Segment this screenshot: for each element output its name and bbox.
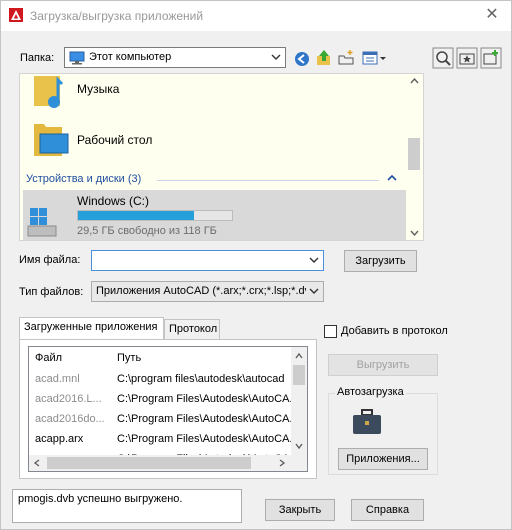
load-unload-dialog: Загрузка/выгрузка приложений ✕ Папка: Эт… <box>0 0 512 530</box>
scroll-right-icon[interactable] <box>279 459 285 467</box>
folder-value: Этот компьютер <box>89 51 172 63</box>
table-row[interactable]: acapp.arx C:\Program Files\Autodesk\AutoC… <box>29 429 293 449</box>
loaded-apps-panel: Файл Путь acad.mnl C:\program files\autod… <box>19 339 317 479</box>
folder-label: Папка: <box>20 52 55 64</box>
filetype-dropdown[interactable]: Приложения AutoCAD (*.arx;*.crx;*.lsp;*.… <box>91 281 324 302</box>
chevron-down-icon <box>309 288 319 294</box>
drive-usage-bar <box>77 210 233 221</box>
close-window-button[interactable]: ✕ <box>481 5 503 25</box>
cell-file: acad2016do... <box>35 413 105 425</box>
chevron-down-icon <box>309 257 319 263</box>
scroll-thumb[interactable] <box>293 365 305 385</box>
computer-icon <box>69 51 85 65</box>
filename-label: Имя файла: <box>19 254 81 266</box>
window-title: Загрузка/выгрузка приложений <box>30 9 204 23</box>
list-hscrollbar[interactable] <box>29 455 307 471</box>
column-header-path[interactable]: Путь <box>117 347 141 369</box>
drive-free-text: 29,5 ГБ свободно из 118 ГБ <box>77 225 217 237</box>
add-to-history-checkbox[interactable] <box>324 325 337 338</box>
loaded-apps-list[interactable]: Файл Путь acad.mnl C:\program files\autod… <box>28 346 308 472</box>
unload-button[interactable]: Выгрузить <box>328 354 438 376</box>
title-bar: Загрузка/выгрузка приложений ✕ <box>1 1 511 31</box>
load-button[interactable]: Загрузить <box>344 250 417 272</box>
file-browser-pane[interactable]: Музыка Рабочий стол Устройства и диски (… <box>19 73 424 241</box>
cell-file: acad.mnl <box>35 373 80 385</box>
cell-path: C:\program files\autodesk\autocad <box>117 373 285 385</box>
scroll-down-icon[interactable] <box>410 230 419 236</box>
tab-history[interactable]: Протокол <box>164 319 220 339</box>
table-row[interactable]: acad2016.L... C:\Program Files\Autodesk\A… <box>29 389 293 409</box>
status-text: pmogis.dvb успешно выгружено. <box>18 493 183 505</box>
add-to-history-label: Добавить в протокол <box>341 325 448 337</box>
close-button[interactable]: Закрыть <box>265 499 335 521</box>
filename-input[interactable] <box>91 250 324 271</box>
scroll-up-icon[interactable] <box>410 78 419 84</box>
list-item-desktop[interactable]: Рабочий стол <box>77 133 152 147</box>
list-vscrollbar[interactable] <box>291 347 307 455</box>
music-folder-icon <box>34 76 64 108</box>
section-divider <box>157 180 379 181</box>
folder-dropdown[interactable]: Этот компьютер <box>64 47 286 68</box>
search-icon[interactable] <box>432 47 454 69</box>
new-folder-icon[interactable] <box>336 48 356 68</box>
drive-name: Windows (C:) <box>77 194 150 208</box>
scroll-up-icon[interactable] <box>295 353 303 359</box>
status-message: pmogis.dvb успешно выгружено. <box>12 489 242 523</box>
section-header-drives[interactable]: Устройства и диски (3) <box>26 173 141 185</box>
help-button[interactable]: Справка <box>351 499 424 521</box>
cell-file: acad2016.L... <box>35 393 102 405</box>
desktop-folder-icon <box>34 124 69 156</box>
tab-loaded-apps[interactable]: Загруженные приложения <box>19 317 164 339</box>
cell-file: acapp.arx <box>35 433 84 445</box>
add-favorite-icon[interactable] <box>480 47 502 69</box>
briefcase-icon <box>353 409 381 434</box>
windows-drive-icon <box>27 208 57 237</box>
startup-group-title: Автозагрузка <box>335 386 406 398</box>
chevron-down-icon <box>271 54 281 60</box>
startup-apps-button[interactable]: Приложения... <box>338 448 428 470</box>
file-pane-scrollbar[interactable] <box>406 74 423 240</box>
filetype-value: Приложения AutoCAD (*.arx;*.crx;*.lsp;*.… <box>96 285 306 297</box>
startup-group: Приложения... <box>328 393 438 475</box>
back-icon[interactable] <box>292 49 312 69</box>
scroll-thumb[interactable] <box>408 138 420 170</box>
scroll-thumb[interactable] <box>47 457 251 469</box>
column-header-file[interactable]: Файл <box>35 347 62 369</box>
autocad-logo-icon <box>9 8 23 22</box>
view-menu-icon[interactable] <box>361 48 389 68</box>
filetype-label: Тип файлов: <box>19 286 84 298</box>
favorites-icon[interactable] <box>456 47 478 69</box>
scroll-left-icon[interactable] <box>34 459 40 467</box>
list-item-music[interactable]: Музыка <box>77 82 119 96</box>
cell-path: C:\Program Files\Autodesk\AutoCA... <box>117 413 292 425</box>
drive-usage-fill <box>78 211 194 220</box>
table-row[interactable]: acad.mnl C:\program files\autodesk\autoca… <box>29 369 293 389</box>
cell-path: C:\Program Files\Autodesk\AutoCA... <box>117 393 292 405</box>
collapse-section-icon[interactable] <box>387 174 397 182</box>
up-folder-icon[interactable] <box>314 48 334 68</box>
cell-path: C:\Program Files\Autodesk\AutoCA... <box>117 433 292 445</box>
scroll-down-icon[interactable] <box>295 443 303 449</box>
table-row[interactable]: acad2016do... C:\Program Files\Autodesk\A… <box>29 409 293 429</box>
